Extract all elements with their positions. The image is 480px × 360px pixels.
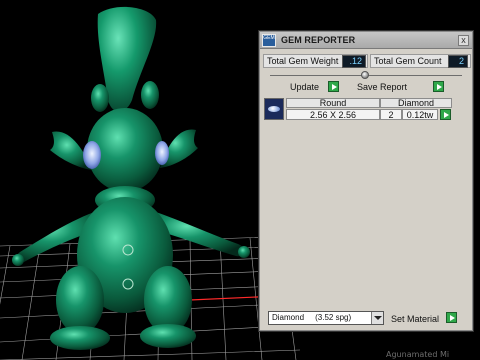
cell-count: 2: [380, 109, 402, 120]
total-gem-weight-label-text: Total Gem Weight: [267, 56, 339, 66]
gem-table: Round Diamond 2.56 X 2.56 2 0.12tw: [264, 98, 468, 122]
logo-text: GEM: [263, 35, 275, 41]
set-material-button[interactable]: Set Material: [391, 313, 439, 325]
header-round: Round: [286, 98, 380, 108]
round-diamond-gem-icon: [264, 98, 284, 120]
total-gem-weight-value: .12: [342, 55, 366, 68]
cell-weight: 0.12tw: [402, 109, 438, 120]
row-go-arrow-icon[interactable]: [440, 109, 451, 120]
header-diamond: Diamond: [380, 98, 452, 108]
panel-title: GEM REPORTER: [281, 35, 356, 45]
update-button[interactable]: Update: [290, 81, 319, 93]
watermark-text: Agunamated Mi: [386, 350, 450, 359]
chevron-down-icon[interactable]: [371, 312, 383, 324]
update-go-arrow-icon[interactable]: [328, 81, 339, 92]
divider-knob-icon[interactable]: [361, 71, 369, 79]
total-gem-count-value: 2: [448, 55, 468, 68]
material-select[interactable]: Diamond (3.52 spg): [268, 311, 384, 325]
panel-title-bar[interactable]: GEM GEM REPORTER x: [260, 32, 472, 49]
close-button[interactable]: x: [458, 35, 469, 46]
gem-reporter-panel: GEM GEM REPORTER x Total Gem Weight .12 …: [259, 31, 473, 331]
set-material-go-arrow-icon[interactable]: [446, 312, 457, 323]
save-report-button[interactable]: Save Report: [357, 81, 407, 93]
right-eye-gem: [155, 141, 169, 165]
total-gem-count-label-text: Total Gem Count: [374, 56, 442, 66]
gem-reporter-logo-icon: GEM: [262, 34, 276, 47]
cell-size: 2.56 X 2.56: [286, 109, 380, 120]
save-report-go-arrow-icon[interactable]: [433, 81, 444, 92]
left-eye-gem: [83, 141, 101, 169]
material-select-value: Diamond (3.52 spg): [272, 313, 352, 322]
gem-table-empty-area: [264, 125, 468, 323]
